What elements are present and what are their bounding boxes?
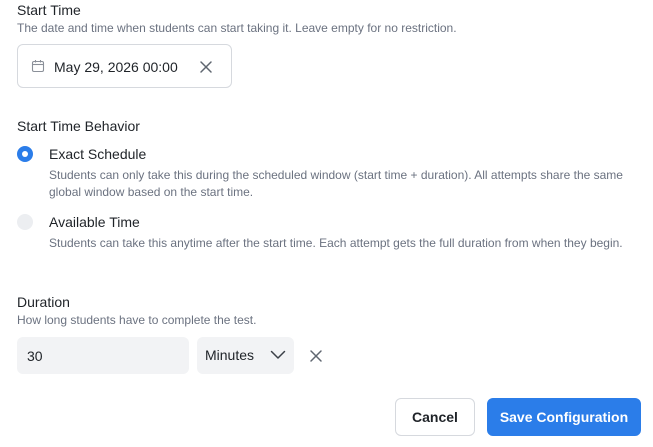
calendar-icon — [31, 60, 45, 73]
start-time-datepicker[interactable]: May 29, 2026 00:00 — [17, 44, 232, 88]
radio-description-exact-schedule: Students can only take this during the s… — [49, 168, 623, 199]
start-time-behavior-title: Start Time Behavior — [17, 118, 140, 134]
radio-label-available-time[interactable]: Available Time — [49, 214, 140, 230]
duration-helper: How long students have to complete the t… — [17, 313, 257, 327]
duration-input[interactable] — [17, 337, 189, 374]
radio-exact-schedule[interactable] — [17, 146, 33, 162]
duration-unit-select[interactable]: Minutes — [197, 337, 294, 374]
start-time-title: Start Time — [17, 2, 81, 18]
radio-available-time[interactable] — [17, 214, 33, 230]
start-time-value: May 29, 2026 00:00 — [54, 59, 178, 75]
save-configuration-button[interactable]: Save Configuration — [487, 398, 641, 436]
start-time-helper: The date and time when students can star… — [17, 21, 457, 35]
close-icon[interactable] — [199, 60, 213, 74]
chevron-down-icon — [270, 350, 286, 359]
duration-unit-value: Minutes — [205, 347, 255, 363]
cancel-button[interactable]: Cancel — [395, 398, 475, 436]
radio-description-available-time: Students can take this anytime after the… — [49, 236, 623, 250]
duration-title: Duration — [17, 294, 70, 310]
radio-label-exact-schedule[interactable]: Exact Schedule — [49, 146, 146, 162]
close-icon[interactable] — [309, 349, 323, 363]
